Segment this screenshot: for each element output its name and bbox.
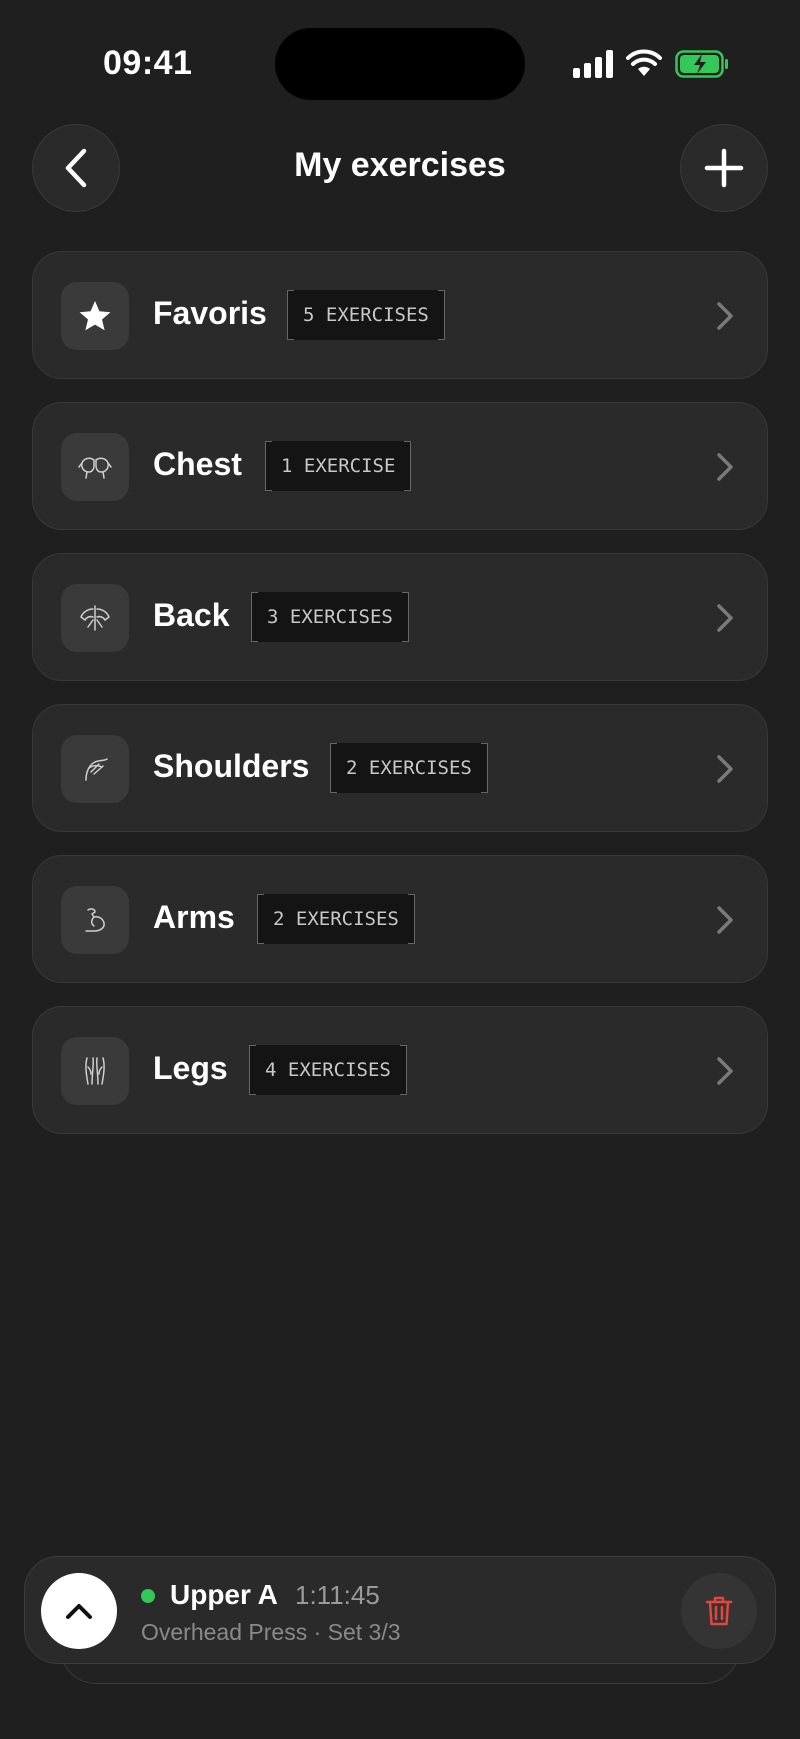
expand-player-button[interactable] bbox=[41, 1573, 117, 1649]
category-row-chest[interactable]: Chest 1 EXERCISE bbox=[32, 402, 768, 530]
chevron-right-icon bbox=[717, 453, 733, 481]
workout-elapsed-time: 1:11:45 bbox=[295, 1580, 380, 1610]
back-muscle-icon bbox=[61, 584, 129, 652]
status-time: 09:41 bbox=[103, 44, 193, 82]
category-row-shoulders[interactable]: Shoulders 2 EXERCISES bbox=[32, 704, 768, 832]
exercise-count-badge: 1 EXERCISE bbox=[265, 441, 412, 491]
category-row-legs[interactable]: Legs 4 EXERCISES bbox=[32, 1006, 768, 1134]
chevron-right-icon bbox=[717, 755, 733, 783]
chevron-right-icon bbox=[717, 604, 733, 632]
star-icon bbox=[61, 282, 129, 350]
plus-icon bbox=[704, 148, 744, 188]
exercise-count-badge: 4 EXERCISES bbox=[249, 1045, 407, 1095]
exercise-count-badge: 5 EXERCISES bbox=[287, 290, 445, 340]
add-exercise-button[interactable] bbox=[680, 124, 768, 212]
category-label: Back bbox=[153, 597, 230, 633]
dynamic-island bbox=[275, 28, 525, 100]
category-row-back[interactable]: Back 3 EXERCISES bbox=[32, 553, 768, 681]
battery-charging-icon bbox=[675, 50, 728, 78]
delete-workout-button[interactable] bbox=[681, 1573, 757, 1649]
chest-muscle-icon bbox=[61, 433, 129, 501]
live-indicator-dot bbox=[141, 1589, 155, 1603]
active-workout-player[interactable]: Upper A 1:11:45 Overhead Press · Set 3/3 bbox=[24, 1556, 776, 1664]
category-label: Legs bbox=[153, 1050, 228, 1086]
arm-muscle-icon bbox=[61, 886, 129, 954]
leg-muscle-icon bbox=[61, 1037, 129, 1105]
category-row-favoris[interactable]: Favoris 5 EXERCISES bbox=[32, 251, 768, 379]
category-label: Favoris bbox=[153, 295, 267, 331]
current-exercise-set: Overhead Press · Set 3/3 bbox=[141, 1619, 401, 1645]
chevron-right-icon bbox=[717, 1057, 733, 1085]
chevron-up-icon bbox=[66, 1604, 92, 1619]
exercise-count-badge: 2 EXERCISES bbox=[257, 894, 415, 944]
category-label: Chest bbox=[153, 446, 242, 482]
wifi-icon bbox=[626, 49, 662, 76]
chevron-right-icon bbox=[717, 906, 733, 934]
category-row-arms[interactable]: Arms 2 EXERCISES bbox=[32, 855, 768, 983]
category-label: Arms bbox=[153, 899, 235, 935]
workout-name: Upper A bbox=[170, 1579, 278, 1610]
chevron-right-icon bbox=[717, 302, 733, 330]
cellular-signal-icon bbox=[573, 50, 613, 78]
trash-icon bbox=[705, 1596, 733, 1626]
exercise-count-badge: 3 EXERCISES bbox=[251, 592, 409, 642]
shoulder-muscle-icon bbox=[61, 735, 129, 803]
exercise-count-badge: 2 EXERCISES bbox=[330, 743, 488, 793]
category-label: Shoulders bbox=[153, 748, 310, 784]
